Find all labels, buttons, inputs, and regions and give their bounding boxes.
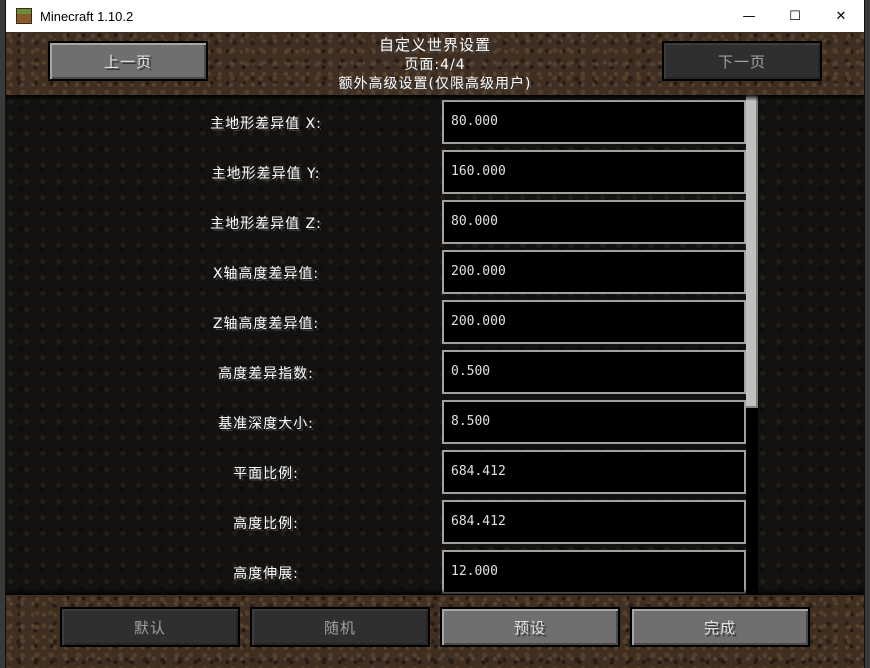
game-screen: 自定义世界设置 页面:4/4 额外高级设置(仅限高级用户) 上一页 下一页 主地…: [6, 32, 864, 668]
scrollbar-thumb[interactable]: [746, 95, 758, 408]
minimize-button[interactable]: —: [726, 0, 772, 32]
setting-field-depth-noise-x[interactable]: 200.000: [442, 250, 746, 294]
setting-label-height-scale: 高度比例:: [233, 516, 299, 532]
setting-label-main-noise-y: 主地形差异值 Y:: [211, 166, 321, 182]
setting-field-height-stretch[interactable]: 12.000: [442, 550, 746, 594]
setting-field-coordinate-scale[interactable]: 684.412: [442, 450, 746, 494]
setting-label-main-noise-z: 主地形差异值 Z:: [210, 216, 322, 232]
setting-field-depth-noise-z[interactable]: 200.000: [442, 300, 746, 344]
setting-field-depth-noise-exponent[interactable]: 0.500: [442, 350, 746, 394]
setting-field-depth-base-size[interactable]: 8.500: [442, 400, 746, 444]
window-title: Minecraft 1.10.2: [40, 8, 134, 24]
list-bottom-shadow: [6, 589, 864, 595]
setting-label-depth-noise-x: X轴高度差异值:: [212, 266, 320, 282]
setting-field-main-noise-y[interactable]: 160.000: [442, 150, 746, 194]
close-button[interactable]: ✕: [818, 0, 864, 32]
previous-page-button[interactable]: 上一页: [48, 41, 208, 81]
setting-field-main-noise-x[interactable]: 80.000: [442, 100, 746, 144]
grass-block-icon: [16, 8, 32, 24]
maximize-button[interactable]: ☐: [772, 0, 818, 32]
done-button[interactable]: 完成: [630, 607, 810, 647]
setting-label-depth-noise-exponent: 高度差异指数:: [218, 366, 314, 382]
setting-field-main-noise-z[interactable]: 80.000: [442, 200, 746, 244]
setting-field-height-scale[interactable]: 684.412: [442, 500, 746, 544]
setting-label-height-stretch: 高度伸展:: [233, 566, 299, 582]
window-controls: — ☐ ✕: [726, 0, 864, 32]
list-top-shadow: [6, 95, 864, 101]
minecraft-window: Minecraft 1.10.2 — ☐ ✕ 自定义世界设置 页面:4/4 额外…: [6, 0, 864, 668]
setting-label-coordinate-scale: 平面比例:: [233, 466, 299, 482]
setting-label-depth-noise-z: Z轴高度差异值:: [212, 316, 320, 332]
random-button[interactable]: 随机: [250, 607, 430, 647]
setting-label-main-noise-x: 主地形差异值 X:: [210, 116, 322, 132]
next-page-button[interactable]: 下一页: [662, 41, 822, 81]
default-button[interactable]: 默认: [60, 607, 240, 647]
setting-label-depth-base-size: 基准深度大小:: [218, 416, 314, 432]
presets-button[interactable]: 预设: [440, 607, 620, 647]
title-bar[interactable]: Minecraft 1.10.2 — ☐ ✕: [6, 0, 864, 32]
